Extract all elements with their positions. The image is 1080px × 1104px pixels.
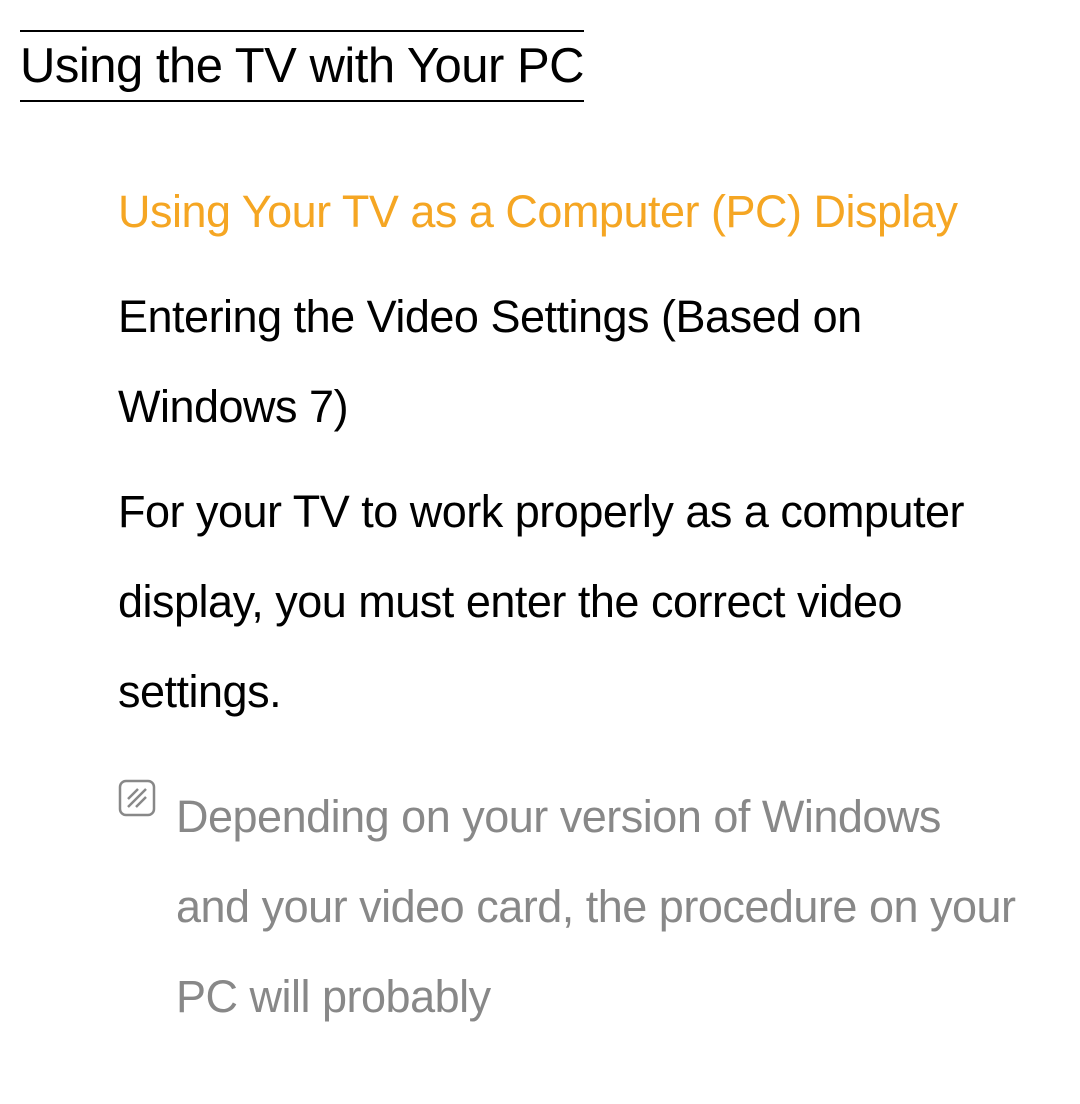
section-heading: Using Your TV as a Computer (PC) Display	[118, 167, 1020, 257]
page-title: Using the TV with Your PC	[20, 30, 584, 102]
note-text: Depending on your version of Windows and…	[176, 772, 1020, 1042]
sub-heading: Entering the Video Settings (Based on Wi…	[118, 272, 1020, 452]
note-icon	[118, 779, 156, 817]
content-area: Using Your TV as a Computer (PC) Display…	[20, 102, 1060, 1042]
body-paragraph: For your TV to work properly as a comput…	[118, 467, 1020, 737]
note-block: Depending on your version of Windows and…	[118, 772, 1020, 1042]
